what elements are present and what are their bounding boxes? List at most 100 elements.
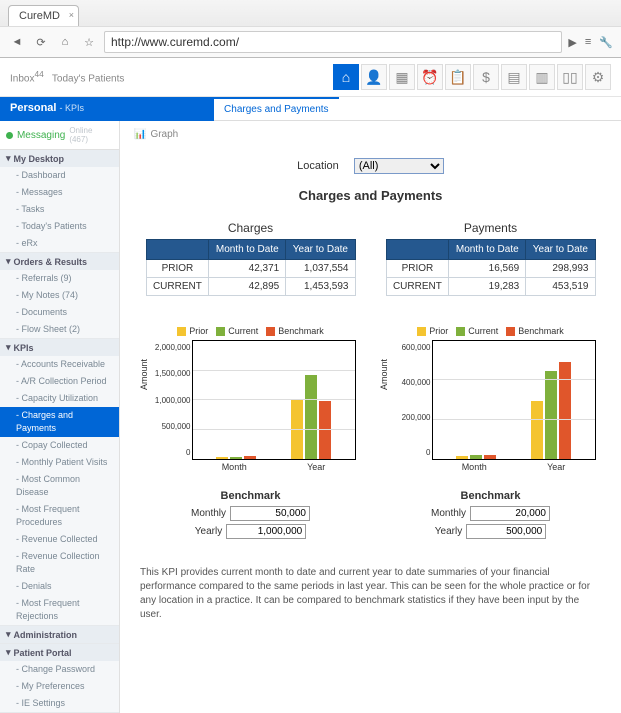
caret-icon: ▾ — [6, 342, 11, 353]
clipboard-icon[interactable]: 📋 — [445, 64, 471, 90]
sidebar-item-copay-collected[interactable]: - Copay Collected — [0, 437, 119, 454]
caret-icon: ▾ — [6, 153, 11, 164]
bar-benchmark-month — [484, 455, 496, 459]
breadcrumb-inbox[interactable]: Inbox — [10, 74, 34, 85]
caret-icon: ▾ — [6, 256, 11, 267]
section-sub: - KPIs — [60, 103, 85, 113]
sidebar-item-my-notes-[interactable]: - My Notes (74) — [0, 287, 119, 304]
sidebar-item-my-preferences[interactable]: - My Preferences — [0, 678, 119, 695]
sidebar-item-revenue-collection-rate[interactable]: - Revenue Collection Rate — [0, 548, 119, 578]
topbar: Inbox44 Today's Patients ⌂👤▦⏰📋$▤▥▯▯⚙ — [0, 58, 621, 97]
payments-title: Payments — [386, 221, 596, 235]
messaging-label: Messaging — [17, 130, 65, 141]
bar-benchmark-year — [559, 362, 571, 459]
sidebar-item-most-frequent-rejections[interactable]: - Most Frequent Rejections — [0, 595, 119, 625]
sidebar-item-charges-and-payments[interactable]: - Charges and Payments — [0, 407, 119, 437]
location-select[interactable]: (All) — [354, 158, 444, 174]
tab-title: CureMD — [19, 10, 60, 22]
online-dot-icon — [6, 132, 13, 139]
main-content: 📊 Graph Location (All) Charges and Payme… — [120, 121, 621, 713]
table-row: PRIOR16,569298,993 — [386, 260, 595, 278]
caret-icon: ▾ — [6, 647, 11, 658]
bar-benchmark-year — [319, 401, 331, 459]
bar-prior-year — [531, 401, 543, 459]
section-title: Personal — [10, 102, 56, 114]
sidebar-group-administration[interactable]: ▾ Administration — [0, 626, 119, 643]
table-row: CURRENT42,8951,453,593 — [146, 278, 355, 296]
sidebar-item-denials[interactable]: - Denials — [0, 578, 119, 595]
sidebar-messaging[interactable]: Messaging Online (467) — [0, 121, 119, 150]
url-input[interactable] — [104, 31, 562, 53]
tab-charges-payments[interactable]: Charges and Payments — [214, 97, 339, 120]
page-title: Charges and Payments — [134, 188, 607, 203]
gear-icon[interactable]: ⚙ — [585, 64, 611, 90]
breadcrumb: Inbox44 Today's Patients — [10, 69, 124, 84]
table-row: CURRENT19,283453,519 — [386, 278, 595, 296]
bar-benchmark-month — [244, 456, 256, 459]
home-icon[interactable]: ⌂ — [56, 33, 74, 51]
charges-chart: PriorCurrentBenchmark2,000,0001,500,0001… — [146, 326, 356, 472]
home-icon[interactable]: ⌂ — [333, 64, 359, 90]
sidebar-item-a-r-collection-period[interactable]: - A/R Collection Period — [0, 373, 119, 390]
sidebar-item-messages[interactable]: - Messages — [0, 184, 119, 201]
browser-chrome: CureMD × ◄ ⟳ ⌂ ☆ ▶ ≡ 🔧 — [0, 0, 621, 58]
sidebar-item-ie-settings[interactable]: - IE Settings — [0, 695, 119, 712]
wrench-icon[interactable]: 🔧 — [599, 36, 613, 49]
browser-tab[interactable]: CureMD × — [8, 5, 79, 26]
bar-prior-month — [216, 457, 228, 459]
charges-yearly-benchmark-input[interactable] — [226, 524, 306, 539]
sidebar-group-orders-results[interactable]: ▾ Orders & Results — [0, 253, 119, 270]
star-icon[interactable]: ☆ — [80, 33, 98, 51]
sidebar-item-revenue-collected[interactable]: - Revenue Collected — [0, 531, 119, 548]
kpi-description: This KPI provides current month to date … — [134, 566, 607, 622]
messaging-count: Online (467) — [69, 126, 113, 144]
menu-icon[interactable]: ≡ — [585, 36, 591, 49]
payments-yearly-benchmark-input[interactable] — [466, 524, 546, 539]
charges-table: Month to DateYear to Date PRIOR42,3711,0… — [146, 239, 356, 296]
sidebar: Messaging Online (467) ▾ My Desktop- Das… — [0, 121, 120, 713]
bar-current-month — [230, 457, 242, 459]
sidebar-item-erx[interactable]: - eRx — [0, 235, 119, 252]
sidebar-group-my-desktop[interactable]: ▾ My Desktop — [0, 150, 119, 167]
sidebar-item-change-password[interactable]: - Change Password — [0, 661, 119, 678]
table-row: PRIOR42,3711,037,554 — [146, 260, 355, 278]
clock-icon[interactable]: ⏰ — [417, 64, 443, 90]
sidebar-item-flow-sheet-[interactable]: - Flow Sheet (2) — [0, 321, 119, 338]
bar-current-month — [470, 455, 482, 459]
close-tab-icon[interactable]: × — [69, 10, 74, 20]
reload-icon[interactable]: ⟳ — [32, 33, 50, 51]
sidebar-item-most-frequent-procedures[interactable]: - Most Frequent Procedures — [0, 501, 119, 531]
play-icon[interactable]: ▶ — [568, 36, 576, 49]
bar-current-year — [305, 375, 317, 459]
columns-icon[interactable]: ▯▯ — [557, 64, 583, 90]
user-icon[interactable]: 👤 — [361, 64, 387, 90]
payments-column: Payments Month to DateYear to Date PRIOR… — [386, 221, 596, 296]
payments-monthly-benchmark-input[interactable] — [470, 506, 550, 521]
dollar-icon[interactable]: $ — [473, 64, 499, 90]
sidebar-item-referrals-[interactable]: - Referrals (9) — [0, 270, 119, 287]
caret-icon: ▾ — [6, 629, 11, 640]
sidebar-item-most-common-disease[interactable]: - Most Common Disease — [0, 471, 119, 501]
report-icon[interactable]: ▤ — [501, 64, 527, 90]
sidebar-group-patient-portal[interactable]: ▾ Patient Portal — [0, 644, 119, 661]
sidebar-item-dashboard[interactable]: - Dashboard — [0, 167, 119, 184]
charges-benchmark: Benchmark Monthly Yearly — [146, 490, 356, 542]
toolbar-icons: ⌂👤▦⏰📋$▤▥▯▯⚙ — [333, 64, 611, 90]
sidebar-item-documents[interactable]: - Documents — [0, 304, 119, 321]
bar-current-year — [545, 371, 557, 459]
location-label: Location — [297, 160, 339, 172]
charges-monthly-benchmark-input[interactable] — [230, 506, 310, 521]
graph-toggle[interactable]: 📊 Graph — [134, 129, 607, 140]
sidebar-group-kpis[interactable]: ▾ KPIs — [0, 339, 119, 356]
back-icon[interactable]: ◄ — [8, 33, 26, 51]
sidebar-item-tasks[interactable]: - Tasks — [0, 201, 119, 218]
sidebar-item-monthly-patient-visits[interactable]: - Monthly Patient Visits — [0, 454, 119, 471]
sidebar-item-capacity-utilization[interactable]: - Capacity Utilization — [0, 390, 119, 407]
sidebar-item-accounts-receivable[interactable]: - Accounts Receivable — [0, 356, 119, 373]
breadcrumb-today[interactable]: Today's Patients — [52, 74, 125, 85]
sidebar-item-today-s-patients[interactable]: - Today's Patients — [0, 218, 119, 235]
chart-icon: 📊 — [134, 129, 146, 140]
section-header: Personal - KPIs Charges and Payments — [0, 97, 621, 121]
calendar-icon[interactable]: ▦ — [389, 64, 415, 90]
list-icon[interactable]: ▥ — [529, 64, 555, 90]
